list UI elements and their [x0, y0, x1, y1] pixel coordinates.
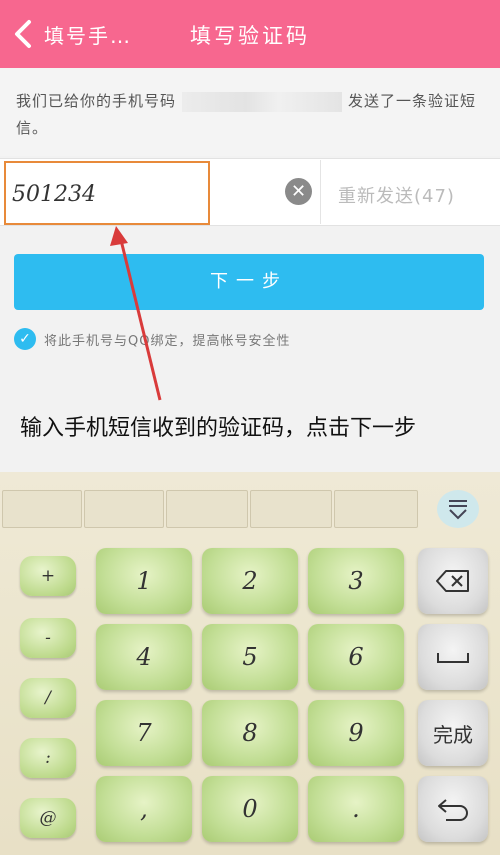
key-9[interactable]: 9 [308, 700, 404, 766]
space-icon [437, 653, 469, 663]
title-bar: 填号手… 填写验证码 [0, 0, 500, 68]
masked-phone-number [182, 91, 343, 112]
back-label[interactable]: 填号手… [44, 20, 132, 49]
return-key[interactable] [418, 776, 488, 842]
collapse-keyboard-button[interactable] [437, 490, 479, 528]
numeric-keyboard: + - / : @ 1 2 3 4 5 6 7 8 9 , 0 . 完成 [0, 472, 500, 855]
key-2[interactable]: 2 [202, 548, 298, 614]
key-4[interactable]: 4 [96, 624, 192, 690]
clear-icon[interactable]: ✕ [285, 178, 312, 205]
candidate-slot [166, 490, 248, 528]
key-period[interactable]: . [308, 776, 404, 842]
key-plus[interactable]: + [20, 556, 76, 596]
key-1[interactable]: 1 [96, 548, 192, 614]
collapse-keyboard-icon [449, 500, 467, 520]
bind-qq-label[interactable]: 将此手机号与QQ绑定，提高帐号安全性 [44, 330, 290, 349]
return-icon [438, 799, 468, 821]
chevron-left-icon [15, 20, 31, 48]
candidate-slot [334, 490, 418, 528]
key-colon[interactable]: : [20, 738, 76, 778]
backspace-key[interactable] [418, 548, 488, 614]
page-title: 填写验证码 [190, 24, 310, 48]
bind-qq-checkbox[interactable]: ✓ [14, 328, 36, 350]
candidate-slot [250, 490, 332, 528]
key-5[interactable]: 5 [202, 624, 298, 690]
key-3[interactable]: 3 [308, 548, 404, 614]
key-comma[interactable]: , [96, 776, 192, 842]
sms-sent-notice: 我们已给你的手机号码 发送了一条验证短信。 [0, 68, 500, 156]
verification-code-input[interactable] [12, 175, 202, 213]
key-minus[interactable]: - [20, 618, 76, 658]
key-at[interactable]: @ [20, 798, 76, 838]
resend-button[interactable]: 重新发送(47) [338, 182, 455, 208]
key-0[interactable]: 0 [202, 776, 298, 842]
instruction-annotation: 输入手机短信收到的验证码，点击下一步 [20, 416, 417, 441]
key-8[interactable]: 8 [202, 700, 298, 766]
back-button[interactable] [6, 10, 40, 58]
done-key[interactable]: 完成 [418, 700, 488, 766]
next-step-button[interactable]: 下一步 [14, 254, 484, 310]
keyboard-candidate-bar [0, 486, 500, 532]
divider [320, 160, 321, 224]
backspace-icon [436, 570, 469, 592]
notice-text-start: 我们已给你的手机号码 [16, 92, 177, 110]
code-highlight-box [4, 161, 210, 225]
candidate-slot [2, 490, 82, 528]
space-key[interactable] [418, 624, 488, 690]
key-slash[interactable]: / [20, 678, 76, 718]
key-6[interactable]: 6 [308, 624, 404, 690]
key-7[interactable]: 7 [96, 700, 192, 766]
candidate-slot [84, 490, 164, 528]
